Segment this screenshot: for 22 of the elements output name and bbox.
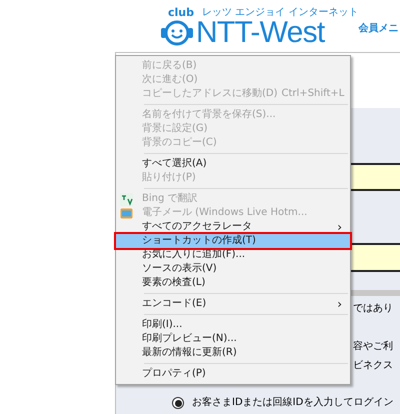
menu-item[interactable]: すべて選択(A) xyxy=(116,157,350,171)
submenu-arrow: › xyxy=(337,298,342,310)
logo-club-text: club xyxy=(167,7,194,18)
logo-tagline: レッツ エンジョイ インターネット xyxy=(202,8,358,18)
menu-item[interactable]: 最新の情報に更新(R) xyxy=(116,346,350,360)
logo-wordmark: NTT-West xyxy=(196,18,324,48)
page-title: 会員メニ xyxy=(358,22,398,36)
smiley-headphones-logo-icon xyxy=(160,19,194,47)
menu-item[interactable]: 印刷プレビュー(N)... xyxy=(116,332,350,346)
menu-item[interactable]: 印刷(I)... xyxy=(116,318,350,332)
body-text: ビネクス xyxy=(353,361,394,371)
submenu-arrow: › xyxy=(337,221,342,233)
menu-item[interactable]: すべてのアクセラレータ › xyxy=(116,220,350,234)
radio-label: お客さまIDまたは回線IDを入力してログイン xyxy=(192,398,394,408)
menu-item[interactable]: 要素の検査(L) xyxy=(116,276,350,290)
menu-item[interactable]: ショートカットの作成(T) xyxy=(116,234,350,248)
menu-item[interactable]: プロパティ(P) xyxy=(116,367,350,381)
menu-item[interactable]: ソースの表示(V) xyxy=(116,262,350,276)
body-text: ではあり xyxy=(353,304,394,314)
radio-button[interactable] xyxy=(172,397,184,409)
menu-item[interactable]: エンコード(E) › xyxy=(116,297,350,311)
body-text: 容やご利 xyxy=(353,342,394,352)
